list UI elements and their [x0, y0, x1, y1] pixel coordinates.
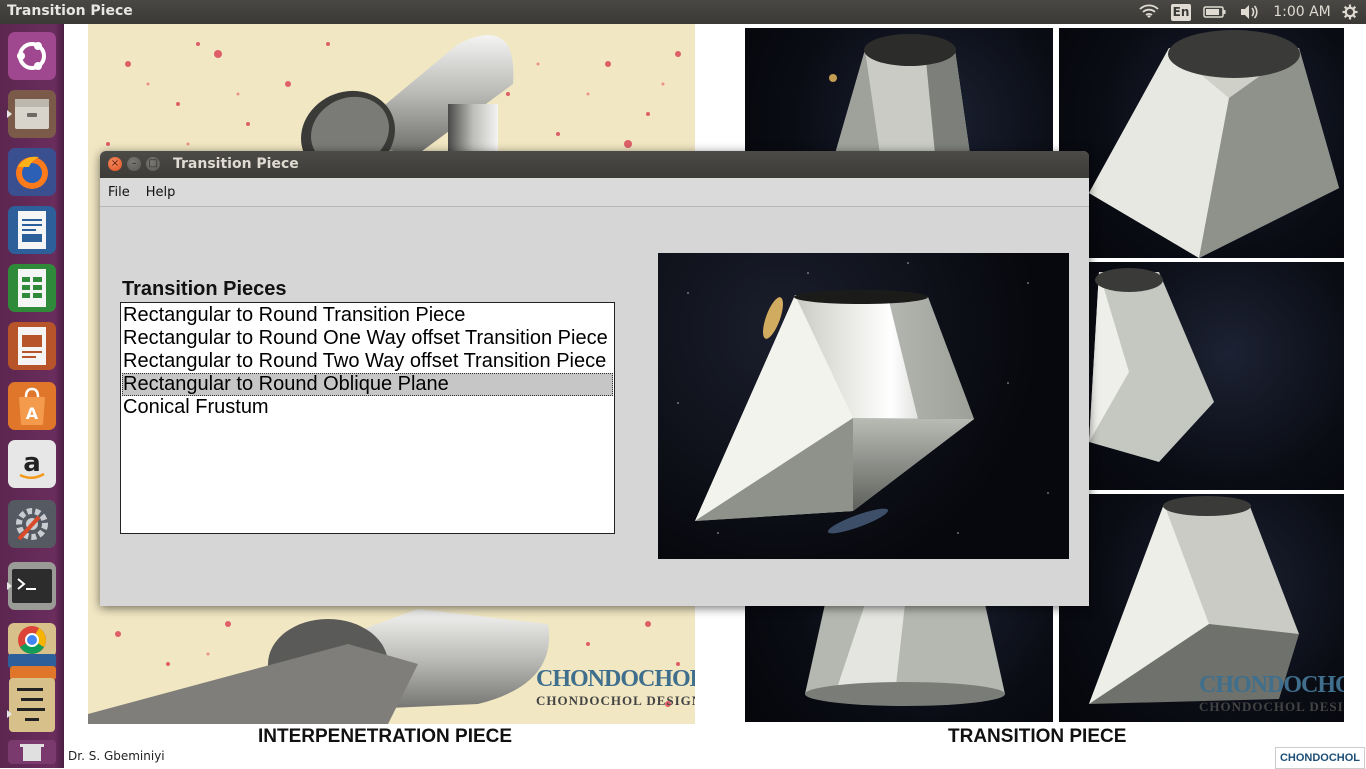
list-item-selected[interactable]: Rectangular to Round Oblique Plane	[122, 373, 613, 396]
watermark-big-text-right: CHONDOCHOL	[1199, 672, 1344, 698]
interpenetration-caption: INTERPENETRATION PIECE	[258, 726, 513, 747]
watermark-logo-right: CHONDOCHOL CHONDOCHOL DESIGN	[1199, 672, 1344, 715]
window-titlebar[interactable]: × – □ Transition Piece	[100, 151, 1089, 178]
minimize-icon: –	[131, 158, 137, 169]
active-app-title: Transition Piece	[7, 3, 133, 19]
app-stack-icon[interactable]	[6, 654, 58, 734]
software-center-icon[interactable]: A	[6, 380, 58, 432]
close-icon: ×	[110, 158, 120, 169]
list-item[interactable]: Conical Frustum	[122, 396, 613, 419]
watermark-logo-left: CHONDOCHOL CHONDOCHOL DESIGN	[536, 666, 695, 709]
battery-icon[interactable]	[1202, 0, 1228, 24]
svg-text:A: A	[26, 404, 39, 423]
minimize-button[interactable]: –	[127, 157, 141, 171]
watermark-small-text: CHONDOCHOL DESIGN	[536, 693, 695, 708]
frustum-tile-2	[1059, 28, 1344, 258]
impress-icon[interactable]	[6, 320, 58, 372]
window-title: Transition Piece	[173, 156, 299, 172]
transition-pieces-list[interactable]: Rectangular to Round Transition Piece Re…	[120, 302, 615, 534]
ubuntu-dash-icon[interactable]	[6, 30, 58, 82]
writer-icon[interactable]	[6, 204, 58, 256]
wifi-icon[interactable]	[1138, 0, 1160, 24]
watermark-big-text: CHONDOCHOL	[536, 666, 695, 692]
terminal-icon[interactable]	[6, 560, 58, 612]
transition-caption: TRANSITION PIECE	[948, 726, 1127, 747]
maximize-icon: □	[148, 158, 158, 169]
svg-text:a: a	[23, 448, 41, 478]
keyboard-language-indicator[interactable]: En	[1170, 0, 1192, 24]
language-label: En	[1171, 3, 1191, 21]
maximize-button[interactable]: □	[146, 157, 160, 171]
author-credit: Dr. S. Gbeminiyi	[68, 749, 165, 763]
list-item[interactable]: Rectangular to Round One Way offset Tran…	[122, 327, 613, 350]
files-icon[interactable]	[6, 88, 58, 140]
list-item[interactable]: Rectangular to Round Two Way offset Tran…	[122, 350, 613, 373]
transition-piece-window: × – □ Transition Piece File Help Transit…	[100, 151, 1089, 606]
volume-icon[interactable]	[1238, 0, 1260, 24]
watermark-small-text-right: CHONDOCHOL DESIGN	[1199, 699, 1344, 714]
amazon-icon[interactable]: a	[6, 438, 58, 490]
frustum-tile-3	[1059, 262, 1344, 490]
preview-image	[658, 253, 1069, 559]
launcher: A a	[0, 24, 64, 768]
menu-file[interactable]: File	[100, 185, 138, 200]
list-item[interactable]: Rectangular to Round Transition Piece	[122, 304, 613, 327]
section-title: Transition Pieces	[122, 278, 287, 300]
corner-logo: CHONDOCHOL	[1275, 747, 1365, 769]
firefox-icon[interactable]	[6, 146, 58, 198]
close-button[interactable]: ×	[108, 157, 122, 171]
top-panel: Transition Piece En 1:00 AM	[0, 0, 1366, 24]
system-settings-icon[interactable]	[6, 498, 58, 550]
clock[interactable]: 1:00 AM	[1270, 0, 1334, 24]
settings-gear-icon[interactable]	[1340, 0, 1360, 24]
menu-help[interactable]: Help	[138, 185, 184, 200]
trash-icon[interactable]	[6, 738, 58, 766]
calc-icon[interactable]	[6, 262, 58, 314]
menu-bar: File Help	[100, 178, 1089, 207]
